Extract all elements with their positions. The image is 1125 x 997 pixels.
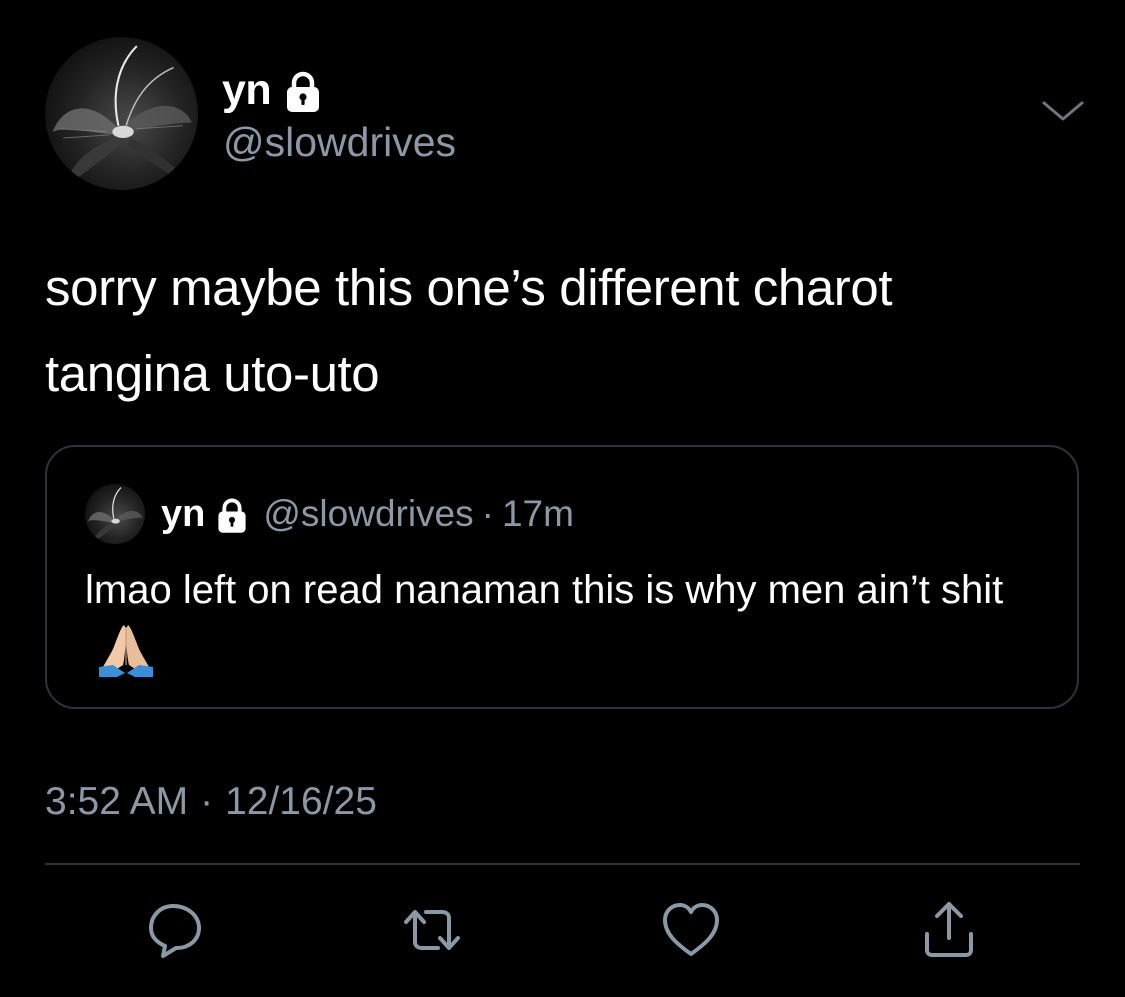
quoted-avatar xyxy=(85,484,145,544)
quoted-handle: @slowdrives xyxy=(263,493,474,534)
divider xyxy=(45,863,1080,865)
timestamp-time: 3:52 AM xyxy=(45,780,189,823)
chevron-down-icon[interactable] xyxy=(1040,95,1086,127)
retweet-button[interactable] xyxy=(400,898,464,962)
display-name[interactable]: yn xyxy=(222,64,272,116)
butterfly-photo xyxy=(88,487,143,543)
retweet-icon xyxy=(404,910,460,950)
lock-icon xyxy=(283,70,323,114)
tweet: yn @slowdrives sorry maybe this one’s di… xyxy=(0,0,1125,997)
timestamp-separator: · xyxy=(200,780,214,823)
quoted-text-body: lmao left on read nanaman this is why me… xyxy=(85,568,1004,612)
tweet-text: sorry maybe this one’s different charot … xyxy=(45,259,893,402)
reply-icon xyxy=(149,904,201,958)
butterfly-photo xyxy=(52,45,192,187)
share-icon xyxy=(925,902,973,957)
share-button[interactable] xyxy=(917,898,981,962)
author-name-row: yn xyxy=(222,64,323,116)
reply-button[interactable] xyxy=(143,898,207,962)
heart-icon xyxy=(663,903,719,956)
quoted-tweet-header: yn @slowdrives · 17m xyxy=(85,484,574,544)
author-handle[interactable]: @slowdrives xyxy=(223,117,456,167)
lock-icon xyxy=(215,497,249,535)
avatar[interactable] xyxy=(45,37,198,190)
timestamp-date: 12/16/25 xyxy=(225,780,377,823)
quoted-tweet-card[interactable]: yn @slowdrives · 17m lmao left on read n… xyxy=(45,445,1079,709)
quoted-tweet-text: lmao left on read nanaman this is why me… xyxy=(85,560,1045,680)
quoted-time: 17m xyxy=(501,493,574,534)
like-button[interactable] xyxy=(659,898,723,962)
quoted-separator: · xyxy=(481,493,494,534)
quoted-display-name: yn xyxy=(161,493,206,535)
folded-hands-emoji-icon xyxy=(97,621,155,677)
tweet-timestamp[interactable]: 3:52 AM · 12/16/25 xyxy=(45,776,377,828)
